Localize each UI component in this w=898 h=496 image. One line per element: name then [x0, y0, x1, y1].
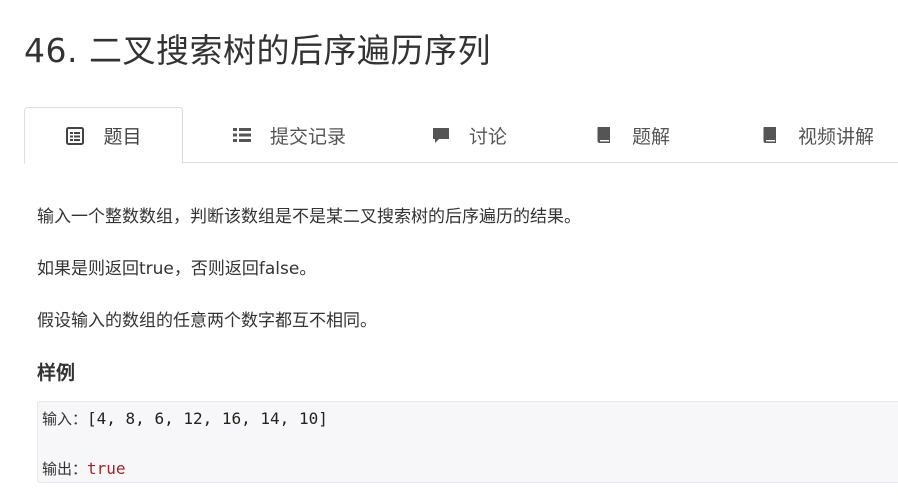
sample-output-line: 输出：true — [42, 458, 126, 479]
book-icon — [760, 125, 780, 145]
sample-input-label: 输入： — [42, 410, 88, 428]
sample-heading: 样例 — [37, 362, 76, 384]
tab-label: 题解 — [631, 125, 670, 148]
tab-label: 题目 — [103, 126, 142, 148]
tab-solutions[interactable]: 题解 — [572, 107, 692, 163]
sample-code-block: 输入：[4, 8, 6, 12, 16, 14, 10] 输出：true — [37, 401, 898, 483]
description-paragraph: 如果是则返回true，否则返回false。 — [37, 259, 317, 279]
problem-tabs: 题目 提交记录 讨论 题解 视频讲解 — [24, 107, 898, 164]
sample-output-label: 输出： — [42, 460, 88, 478]
tab-label: 提交记录 — [269, 125, 346, 148]
problem-page: 46. 二叉搜索树的后序遍历序列 题目 提交记录 讨论 题解 视频讲解 输入一个… — [0, 0, 898, 496]
description-paragraph: 输入一个整数数组，判断该数组是不是某二叉搜索树的后序遍历的结果。 — [37, 207, 581, 227]
tab-label: 视频讲解 — [797, 125, 874, 148]
tab-discussion[interactable]: 讨论 — [409, 107, 529, 163]
page-title: 46. 二叉搜索树的后序遍历序列 — [24, 31, 491, 70]
sample-input-line: 输入：[4, 8, 6, 12, 16, 14, 10] — [42, 408, 328, 429]
sample-output-value: true — [87, 459, 126, 478]
description-paragraph: 假设输入的数组的任意两个数字都互不相同。 — [37, 311, 377, 331]
tab-video-solution[interactable]: 视频讲解 — [736, 107, 898, 163]
tab-label: 讨论 — [468, 125, 507, 148]
document-list-icon — [65, 126, 85, 146]
chat-bubble-icon — [431, 125, 451, 145]
tab-problem[interactable]: 题目 — [24, 107, 183, 164]
tab-submissions[interactable]: 提交记录 — [209, 107, 369, 163]
list-icon — [232, 125, 252, 145]
sample-input-value: [4, 8, 6, 12, 16, 14, 10] — [87, 409, 328, 428]
book-icon — [594, 125, 614, 145]
